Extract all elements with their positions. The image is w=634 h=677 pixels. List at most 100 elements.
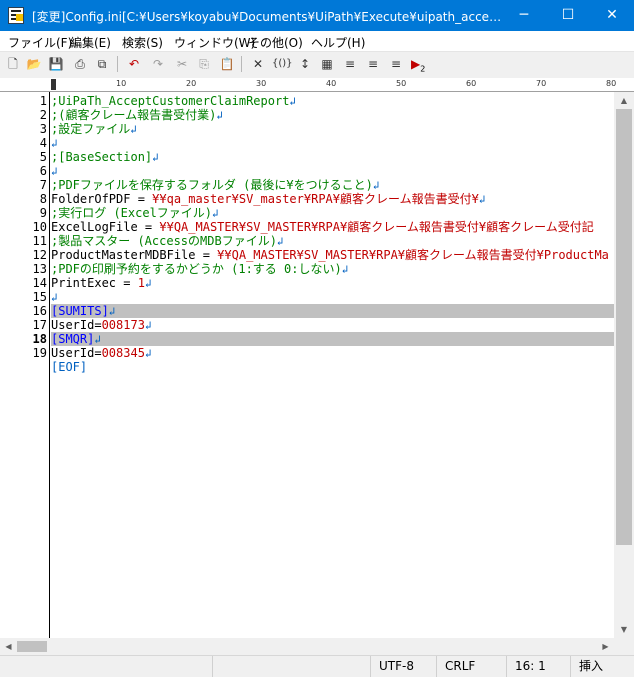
menu-other[interactable]: その他(O) [248, 34, 303, 51]
line-feed-mark: ↲ [51, 137, 58, 150]
line-number: 5 [39, 150, 47, 164]
text-editor[interactable]: 1 2 3 4 5 6 7 8 9 10 11 12 13 14 15 16 1… [0, 92, 614, 638]
menu-window[interactable]: ウィンドウ(W) [174, 34, 255, 51]
code-line: PrintExec = 1↲ [51, 276, 614, 290]
line-number: 4 [39, 136, 47, 150]
status-line-ending[interactable]: CRLF [436, 656, 496, 677]
section-header: [SMQR] [51, 332, 95, 346]
new-file-icon[interactable]: 🗋 [5, 56, 21, 72]
tools-icon[interactable]: ✕ [250, 56, 266, 72]
line-feed-mark: ↲ [341, 263, 349, 276]
line-feed-mark: ↲ [108, 305, 116, 318]
comment-text: ;[BaseSection] [51, 150, 153, 164]
line-number: 10 [32, 220, 47, 234]
horizontal-scrollbar[interactable]: ◀ ▶ [0, 638, 614, 655]
code-line-highlighted: [SMQR]↲ [51, 332, 614, 346]
line-number: 6 [39, 164, 47, 178]
ruler-label: 20 [186, 79, 197, 88]
scroll-up-arrow-icon[interactable]: ▲ [614, 92, 634, 109]
notepad-app-icon[interactable] [8, 7, 24, 24]
tag-jump-badge: 2 [420, 64, 426, 74]
toolbar-separator [241, 56, 242, 72]
line-number: 11 [32, 234, 47, 248]
eof-marker: [EOF] [51, 360, 614, 374]
code-line: ;製品マスター (AccessのMDBファイル)↲ [51, 234, 614, 248]
minimize-button[interactable]: ─ [502, 0, 546, 31]
status-encoding[interactable]: UTF-8 [370, 656, 430, 677]
status-bar: UTF-8 CRLF 16: 1 挿入 [0, 655, 634, 677]
menu-edit[interactable]: 編集(E) [70, 34, 111, 51]
save-icon[interactable]: 💾 [48, 56, 64, 72]
line-number: 9 [39, 206, 47, 220]
code-line: ;(顧客クレーム報告書受付業)↲ [51, 108, 614, 122]
line-number: 8 [39, 192, 47, 206]
scroll-right-arrow-icon[interactable]: ▶ [597, 638, 614, 655]
ruler-label: 80 [606, 79, 617, 88]
line-number: 19 [32, 346, 47, 360]
comment-text: ;PDFファイルを保存するフォルダ (最後に¥をつけること) [51, 178, 373, 192]
line-number: 7 [39, 178, 47, 192]
align-right-icon[interactable]: ≡ [388, 56, 404, 72]
horizontal-scroll-thumb[interactable] [17, 641, 47, 652]
comment-text: ;UiPaTh_AcceptCustomerClaimReport [51, 94, 290, 108]
status-insert-mode[interactable]: 挿入 [570, 656, 628, 677]
line-number: 1 [39, 94, 47, 108]
setting-value: 1 [137, 276, 145, 290]
ruler-label: 40 [326, 79, 337, 88]
close-button[interactable]: ✕ [590, 0, 634, 31]
print-preview-icon[interactable]: ⧉ [94, 56, 110, 72]
menu-file[interactable]: ファイル(F) [8, 34, 72, 51]
code-line: ;[BaseSection]↲ [51, 150, 614, 164]
redo-icon[interactable]: ↷ [150, 56, 166, 72]
line-feed-mark: ↲ [94, 333, 101, 346]
menu-help[interactable]: ヘルプ(H) [311, 34, 365, 51]
eof-text: [EOF] [51, 360, 88, 374]
line-feed-mark: ↲ [289, 95, 297, 108]
tag-jump-icon[interactable]: ▶2 [411, 56, 431, 74]
line-number: 16 [32, 304, 47, 318]
code-line: ;設定ファイル↲ [51, 122, 614, 136]
setting-key: FolderOfPDF = [51, 192, 153, 206]
line-number: 12 [32, 248, 47, 262]
line-number: 17 [32, 318, 47, 332]
vertical-scroll-thumb[interactable] [616, 109, 632, 545]
comment-text: ;実行ログ (Excelファイル) [51, 206, 213, 220]
open-folder-icon[interactable]: 📂 [26, 56, 42, 72]
undo-icon[interactable]: ↶ [126, 56, 142, 72]
line-feed-mark: ↲ [152, 151, 159, 164]
setting-value: ¥¥qa_master¥SV_master¥RPA¥顧客クレーム報告書受付¥ [152, 192, 479, 206]
scroll-down-arrow-icon[interactable]: ▼ [614, 621, 634, 638]
code-line: ;実行ログ (Excelファイル)↲ [51, 206, 614, 220]
vertical-scrollbar[interactable]: ▲ ▼ [614, 92, 634, 638]
line-number-current: 18 [32, 332, 47, 346]
line-feed-mark: ↲ [51, 291, 58, 304]
menu-search[interactable]: 検索(S) [122, 34, 163, 51]
align-left-icon[interactable]: ≡ [342, 56, 358, 72]
code-line-highlighted: [SUMITS]↲ [51, 304, 614, 318]
bracket-match-icon[interactable]: {()} [272, 56, 293, 72]
line-number-gutter: 1 2 3 4 5 6 7 8 9 10 11 12 13 14 15 16 1… [0, 92, 50, 638]
ruler-label: 10 [116, 79, 127, 88]
scroll-left-arrow-icon[interactable]: ◀ [0, 638, 17, 655]
jump-icon[interactable]: ↕ [297, 56, 313, 72]
line-feed-mark: ↲ [51, 165, 58, 178]
code-line: FolderOfPDF = ¥¥qa_master¥SV_master¥RPA¥… [51, 192, 614, 206]
copy-icon[interactable]: ⎘ [196, 56, 212, 72]
align-center-icon[interactable]: ≡ [365, 56, 381, 72]
line-number: 2 [39, 108, 47, 122]
setting-key: ProductMasterMDBFile = [51, 248, 218, 262]
code-line: UserId=008173↲ [51, 318, 614, 332]
line-feed-mark: ↲ [144, 319, 152, 332]
line-feed-mark: ↲ [144, 347, 152, 360]
maximize-button[interactable]: ☐ [546, 0, 590, 31]
line-feed-mark: ↲ [130, 123, 137, 136]
paste-icon[interactable]: 📋 [219, 56, 235, 72]
code-line: ↲ [51, 290, 614, 304]
cut-icon[interactable]: ✂ [174, 56, 190, 72]
outline-icon[interactable]: ▦ [319, 56, 335, 72]
print-icon[interactable]: ⎙ [72, 56, 88, 72]
code-line: ↲ [51, 164, 614, 178]
comment-text: ;PDFの印刷予約をするかどうか (1:する 0:しない) [51, 262, 342, 276]
code-line: ;PDFの印刷予約をするかどうか (1:する 0:しない)↲ [51, 262, 614, 276]
ruler: 10 20 30 40 50 60 70 80 [0, 78, 634, 92]
